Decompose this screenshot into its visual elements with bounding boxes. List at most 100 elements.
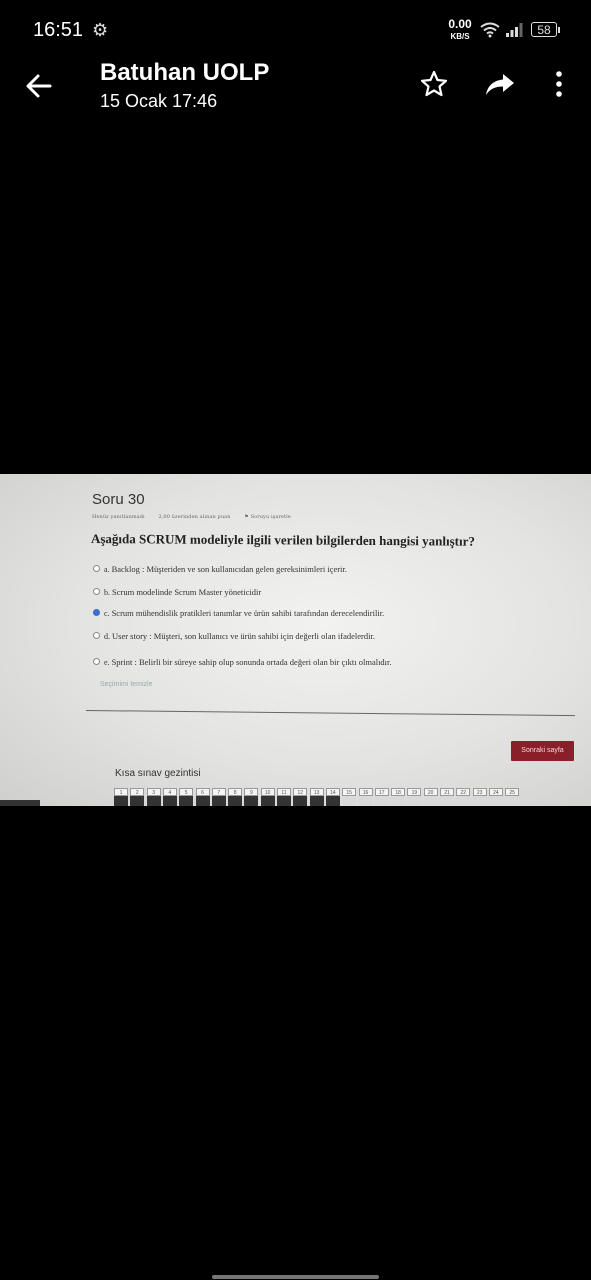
quiz-nav-number: 15 [342,788,357,796]
quiz-nav-status [325,796,340,806]
quiz-nav-number: 11 [277,788,291,796]
quiz-nav-number: 8 [228,788,243,796]
radio-icon [93,565,100,572]
quiz-nav-status [293,796,308,806]
quiz-nav-status [146,796,161,806]
quiz-nav-item: 21 [440,788,454,806]
home-indicator[interactable] [212,1275,379,1279]
option-letter: e. [104,658,110,667]
option-b: b. Scrum modelinde Scrum Master yöneticid… [93,587,261,597]
quiz-nav-status [277,796,291,806]
quiz-nav-status [114,796,128,806]
quiz-nav-number: 2 [130,788,145,796]
quiz-nav-item: 16 [358,788,373,806]
radio-icon [93,658,100,665]
quiz-nav-item: 3 [146,788,161,806]
quiz-nav-status [228,796,243,806]
quiz-nav-status [195,796,210,806]
app-bar: Batuhan UOLP 15 Ocak 17:46 [0,55,591,125]
settings-cog-icon: ⚙ [92,20,109,40]
signal-icon [506,23,523,37]
quiz-nav-number: 23 [472,788,487,796]
quiz-nav-item: 13 [309,788,324,806]
star-icon[interactable] [419,69,449,99]
clear-choice-link: Seçimimi temizle [100,681,153,688]
quiz-navigation-title: Kısa sınav gezintisi [115,768,201,779]
quiz-nav-status [309,796,324,806]
option-text: Scrum mühendislik pratikleri tanımlar ve… [111,608,385,618]
quiz-nav-status [488,796,503,806]
quiz-nav-number: 6 [195,788,210,796]
sender-name: Batuhan UOLP [100,59,270,86]
quiz-nav-number: 5 [179,788,194,796]
option-letter: a. [104,565,110,574]
quiz-nav-item: 2 [130,788,145,806]
quiz-nav-item: 18 [391,788,406,806]
divider [85,710,575,717]
quiz-nav-item: 7 [211,788,226,806]
question-status: Henüz yanıtlanmadı [92,514,145,520]
status-bar: 16:51 ⚙ 0.00 KB/S 58 [0,0,591,60]
quiz-nav-status [358,796,373,806]
quiz-nav-item: 25 [505,788,520,806]
quiz-nav-item: 20 [423,788,438,806]
network-speed: 0.00 KB/S [446,17,474,41]
quiz-nav-number: 12 [293,788,308,796]
quiz-nav-number: 20 [423,788,438,796]
option-e: e. Sprint : Belirli bir süreye sahip olup… [93,657,392,667]
quiz-nav-number: 21 [440,788,454,796]
quiz-nav-status [440,796,454,806]
quiz-nav-status [342,796,357,806]
next-page-button: Sonraki sayfa [511,741,574,761]
quiz-nav-status [407,796,422,806]
quiz-nav-item: 19 [407,788,422,806]
quiz-nav-item: 10 [260,788,275,806]
option-letter: b. [104,588,110,597]
quiz-nav-number: 1 [114,788,128,796]
camera-overlay [0,800,40,806]
quiz-nav-item: 5 [179,788,194,806]
share-icon[interactable] [484,69,516,99]
quiz-nav-number: 4 [162,788,177,796]
quiz-nav-status [472,796,487,806]
quiz-nav-status [244,796,259,806]
quiz-nav-number: 22 [456,788,471,796]
quiz-nav-number: 13 [309,788,324,796]
quiz-nav-item: 14 [325,788,340,806]
quiz-nav-number: 10 [260,788,275,796]
quiz-nav-item: 15 [342,788,357,806]
quiz-nav-status [423,796,438,806]
radio-icon [93,632,100,639]
flag-question: ⚑ Soruyu işaretle [244,514,291,520]
option-text: Sprint : Belirli bir süreye sahip olup s… [111,657,392,667]
quiz-nav-item: 12 [293,788,308,806]
quiz-nav-number: 7 [211,788,226,796]
quiz-nav-number: 3 [146,788,161,796]
back-arrow-icon[interactable] [24,71,54,101]
battery-icon: 58 [531,22,560,37]
quiz-nav-status [456,796,471,806]
message-date: 15 Ocak 17:46 [100,91,218,111]
quiz-nav-item: 17 [374,788,389,806]
question-meta: Henüz yanıtlanmadı 2,00 üzerinden alınan… [92,514,315,520]
quiz-nav-number: 25 [505,788,520,796]
quiz-nav-item: 23 [472,788,487,806]
quiz-nav-item: 22 [456,788,471,806]
question-text: Aşağıda SCRUM modeliyle ilgili verilen b… [90,531,475,549]
quiz-nav-status [260,796,275,806]
quiz-nav-number: 16 [358,788,373,796]
quiz-nav-item: 8 [228,788,243,806]
more-vertical-icon[interactable] [548,69,570,99]
quiz-nav-item: 1 [114,788,128,806]
option-letter: c. [104,609,110,618]
quiz-nav-status [162,796,177,806]
status-time: 16:51 [33,19,84,41]
option-a: a. Backlog : Müşteriden ve son kullanıcıd… [93,564,347,574]
photo-image[interactable]: Soru 30 Henüz yanıtlanmadı 2,00 üzerinde… [0,474,591,806]
quiz-nav-number: 18 [391,788,406,796]
network-speed-value: 0.00 [448,17,472,31]
quiz-nav-number: 19 [407,788,422,796]
quiz-nav-status [130,796,145,806]
radio-selected-icon [93,609,100,616]
quiz-nav-status [211,796,226,806]
